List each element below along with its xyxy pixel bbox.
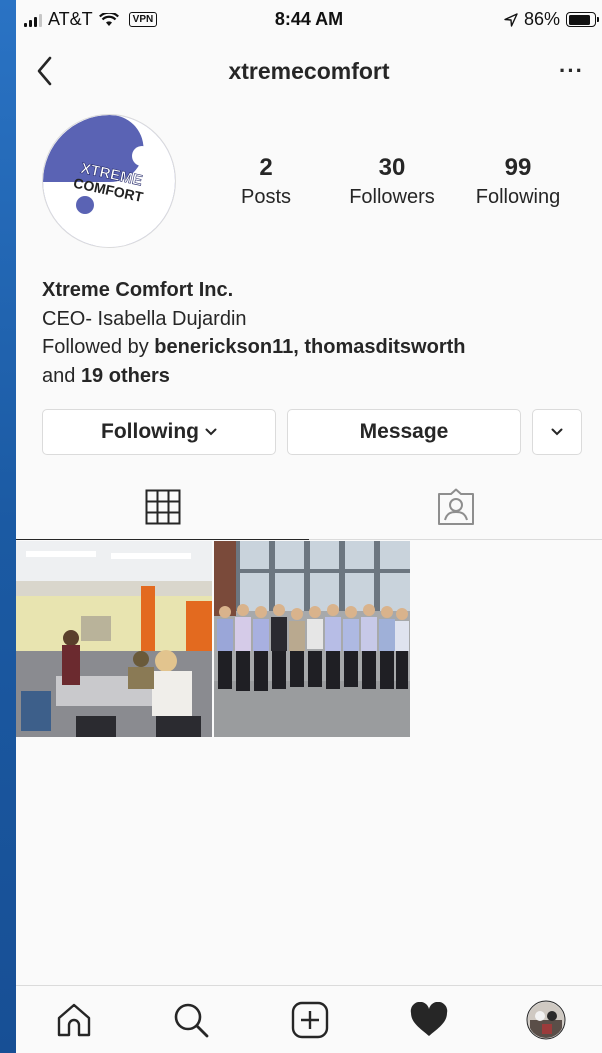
- following-label: Following: [475, 186, 561, 208]
- battery-percent: 86%: [523, 9, 560, 29]
- following-button[interactable]: Following: [42, 409, 276, 455]
- followed-by-others[interactable]: and 19 others: [42, 362, 465, 391]
- tab-activity[interactable]: [409, 1000, 449, 1040]
- classroom-photo: [16, 541, 212, 737]
- message-button[interactable]: Message: [287, 409, 521, 455]
- tab-search[interactable]: [171, 1000, 211, 1040]
- suggested-accounts-button[interactable]: [532, 409, 582, 455]
- followed-by-line[interactable]: Followed by benerickson11, thomasditswor…: [42, 333, 465, 362]
- tab-home[interactable]: [54, 1000, 94, 1040]
- post-thumbnail-classroom[interactable]: [16, 541, 212, 737]
- status-right: 86%: [504, 9, 599, 30]
- followed-by-prefix: Followed by: [42, 336, 155, 358]
- followers-count: 30: [378, 154, 406, 181]
- following-stat[interactable]: 99 Following: [463, 154, 573, 209]
- activity-heart-icon: [410, 1002, 448, 1036]
- profile-avatar: [526, 1000, 566, 1040]
- chevron-down-icon: [205, 428, 217, 436]
- bio-text: CEO- Isabella Dujardin: [42, 307, 247, 330]
- followers-stat[interactable]: 30 Followers: [337, 154, 447, 209]
- followers-label: Followers: [349, 186, 435, 208]
- more-options-icon[interactable]: ···: [559, 58, 584, 84]
- chevron-down-icon: [551, 428, 563, 436]
- tab-profile[interactable]: [526, 1000, 566, 1040]
- xtreme-comfort-logo: XTREME COMFORT: [43, 115, 175, 247]
- search-icon: [174, 1003, 209, 1038]
- profile-tabs: [16, 474, 602, 540]
- following-count: 99: [504, 154, 532, 181]
- grid-icon: [145, 489, 180, 524]
- followed-by-users: benerickson11, thomasditsworth: [154, 336, 466, 358]
- profile-username: xtremecomfort: [228, 58, 390, 84]
- location-arrow-icon: [504, 12, 518, 27]
- posts-label: Posts: [240, 186, 292, 208]
- bottom-tab-bar: [16, 985, 602, 1053]
- status-bar: AT&T VPN 8:44 AM 86%: [16, 0, 602, 40]
- add-icon: [291, 1001, 329, 1039]
- posts-stat[interactable]: 2 Posts: [211, 154, 321, 209]
- following-button-label: Following: [101, 420, 199, 443]
- profile-avatar[interactable]: XTREME COMFORT: [42, 114, 176, 248]
- profile-header: xtremecomfort ···: [16, 40, 602, 104]
- post-thumbnail-group[interactable]: [214, 541, 410, 737]
- tab-grid[interactable]: [16, 474, 309, 540]
- tab-new-post[interactable]: [290, 1000, 330, 1040]
- tagged-icon: [437, 488, 474, 525]
- message-button-label: Message: [359, 420, 449, 443]
- battery-icon: [566, 12, 599, 27]
- group-photo: [214, 541, 410, 737]
- posts-count: 2: [259, 154, 273, 181]
- others-count: 19 others: [80, 364, 170, 387]
- profile-name: Xtreme Comfort Inc.: [42, 279, 234, 301]
- tab-tagged[interactable]: [309, 474, 602, 540]
- phone-screen: AT&T VPN 8:44 AM 86% xtremecomfort ··· X…: [16, 0, 602, 1053]
- and-text: and: [42, 364, 81, 387]
- profile-bio: Xtreme Comfort Inc. CEO- Isabella Dujard…: [42, 276, 465, 390]
- home-icon: [57, 1003, 91, 1037]
